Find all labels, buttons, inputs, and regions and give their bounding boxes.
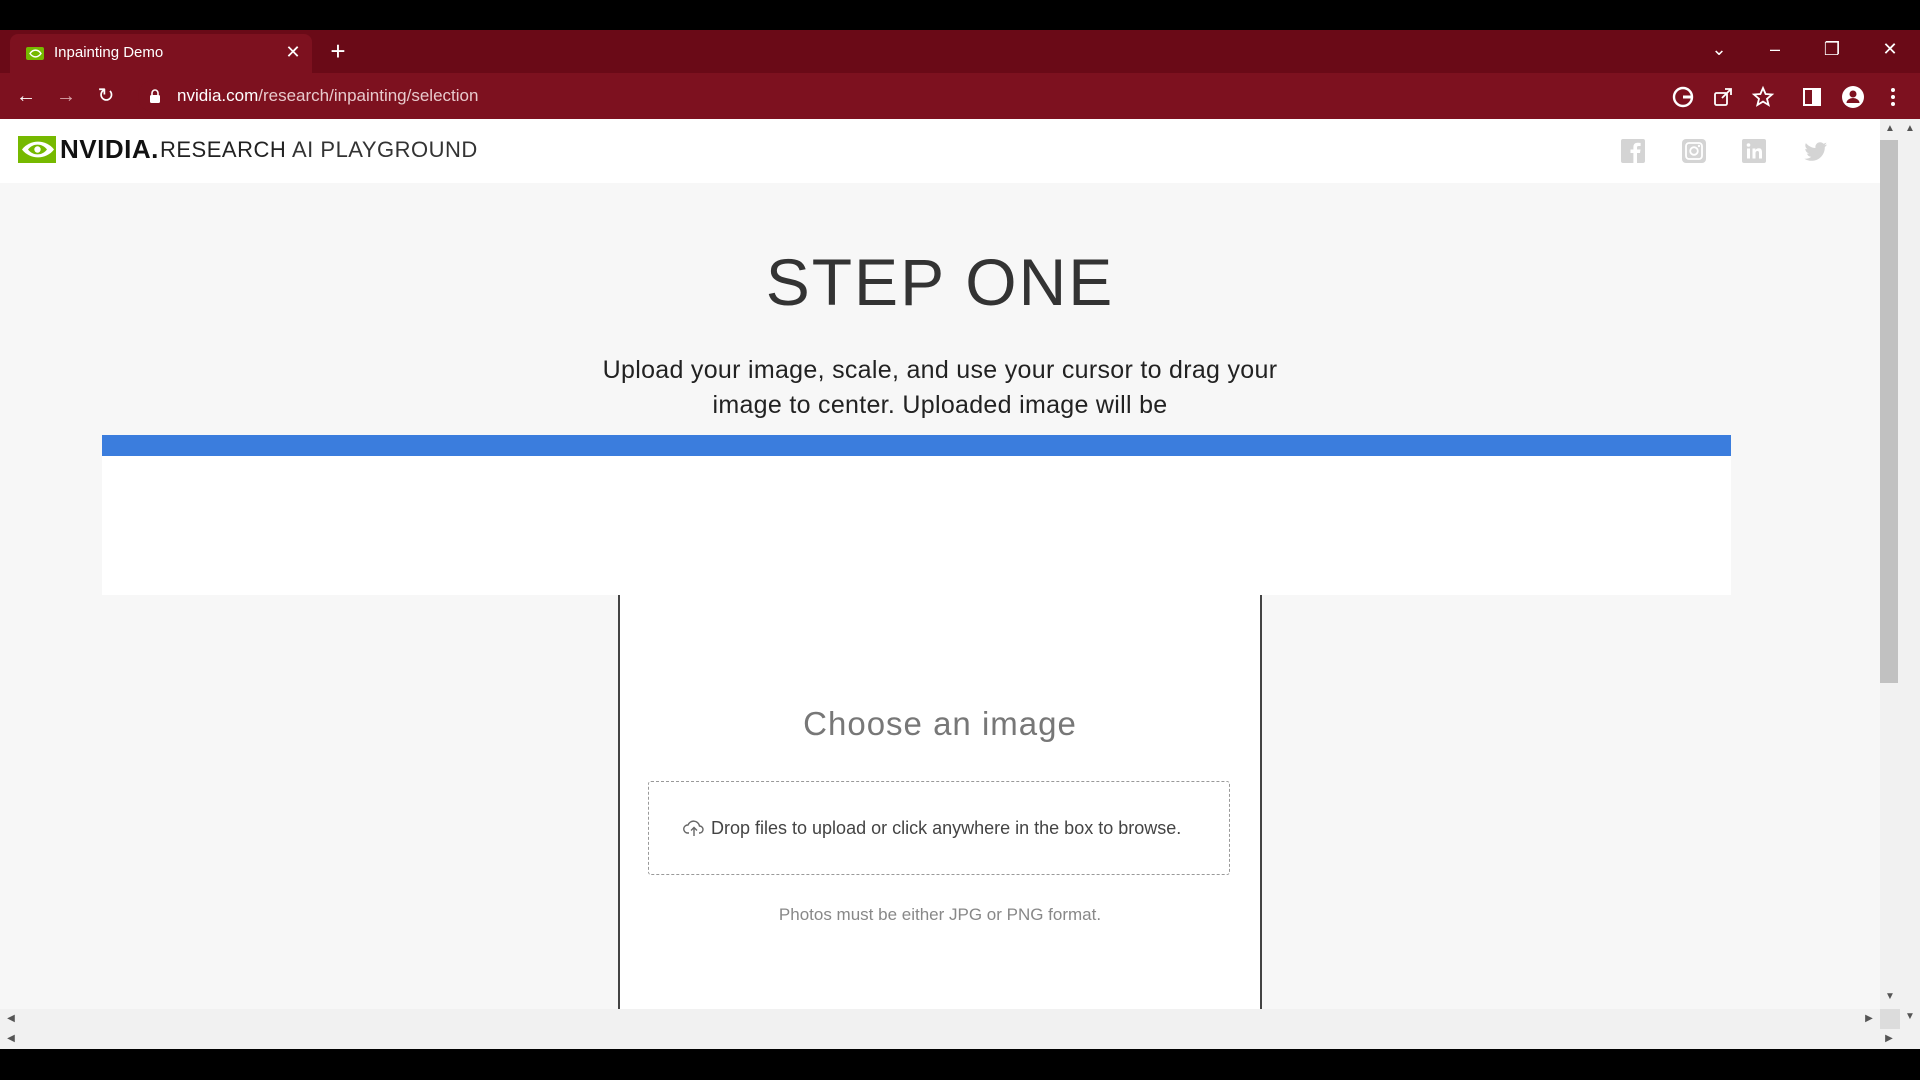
instagram-icon[interactable] xyxy=(1680,137,1708,165)
horizontal-scrollbar[interactable] xyxy=(0,1009,1880,1029)
url-path: /research/inpainting/selection xyxy=(258,86,479,105)
screen-bottom-bar xyxy=(0,1049,1920,1080)
forward-button[interactable]: → xyxy=(52,82,80,110)
cloud-upload-icon xyxy=(683,820,704,836)
scroll-left-arrow-icon[interactable]: ◀ xyxy=(4,1009,18,1029)
scroll-right-arrow-icon[interactable]: ▶ xyxy=(1862,1009,1876,1029)
profile-avatar-icon[interactable] xyxy=(1840,84,1866,110)
outer-scroll-up-arrow-icon[interactable]: ▲ xyxy=(1900,122,1920,136)
linkedin-icon[interactable] xyxy=(1740,137,1768,165)
step-title: STEP ONE xyxy=(765,245,1115,319)
upload-card: Choose an image Drop files to upload or … xyxy=(618,595,1262,1009)
minimize-button[interactable]: – xyxy=(1758,36,1792,62)
scroll-up-arrow-icon[interactable]: ▲ xyxy=(1880,122,1900,136)
format-note: Photos must be either JPG or PNG format. xyxy=(778,905,1102,924)
google-lens-icon[interactable] xyxy=(1670,84,1696,110)
url-text[interactable]: nvidia.com/research/inpainting/selection xyxy=(177,86,478,106)
facebook-icon[interactable] xyxy=(1619,137,1647,165)
screen-top-bar xyxy=(0,0,1920,30)
outer-scroll-left-arrow-icon[interactable]: ◀ xyxy=(4,1029,18,1049)
url-host: nvidia.com xyxy=(177,86,259,105)
reload-button[interactable]: ↻ xyxy=(92,82,120,110)
outer-horizontal-scrollbar[interactable] xyxy=(0,1029,1900,1049)
twitter-icon[interactable] xyxy=(1802,137,1830,165)
tab-search-icon[interactable]: ⌄ xyxy=(1702,36,1736,62)
brand-ai-playground[interactable]: AI PLAYGROUND xyxy=(292,137,478,163)
nvidia-eye-logo-icon[interactable] xyxy=(18,136,56,163)
tab-title: Inpainting Demo xyxy=(54,44,164,61)
tab-close-icon[interactable]: ✕ xyxy=(281,40,305,64)
content-panel xyxy=(102,456,1731,595)
more-menu-icon[interactable] xyxy=(1880,84,1906,110)
site-header: NVIDIA. RESEARCH AI PLAYGROUND xyxy=(0,119,1880,183)
back-button[interactable]: ← xyxy=(12,82,40,110)
brand-nvidia[interactable]: NVIDIA. xyxy=(60,134,159,165)
outer-scroll-down-arrow-icon[interactable]: ▼ xyxy=(1900,1010,1920,1024)
scrollbar-corner xyxy=(1880,1009,1900,1029)
dropzone-text: Drop files to upload or click anywhere i… xyxy=(711,818,1182,838)
outer-scroll-right-arrow-icon[interactable]: ▶ xyxy=(1882,1029,1896,1049)
brand-research[interactable]: RESEARCH xyxy=(160,137,286,163)
lock-icon[interactable] xyxy=(148,88,162,104)
close-window-button[interactable]: ✕ xyxy=(1873,36,1907,62)
nvidia-favicon-icon xyxy=(26,47,44,60)
browser-tab[interactable]: Inpainting Demo ✕ xyxy=(10,34,312,73)
page-scrollbar-thumb[interactable] xyxy=(1880,140,1898,683)
step-description: Upload your image, scale, and use your c… xyxy=(602,356,1278,419)
outer-vertical-scrollbar[interactable] xyxy=(1900,119,1920,1049)
share-icon[interactable] xyxy=(1710,84,1736,110)
restore-button[interactable]: ❐ xyxy=(1815,36,1849,62)
file-dropzone[interactable]: Drop files to upload or click anywhere i… xyxy=(648,781,1230,875)
page-viewport: NVIDIA. RESEARCH AI PLAYGROUND STEP ONE … xyxy=(0,119,1880,1009)
choose-image-title: Choose an image xyxy=(803,705,1077,742)
side-panel-icon[interactable] xyxy=(1799,84,1825,110)
new-tab-button[interactable]: + xyxy=(325,38,351,64)
accent-band xyxy=(102,435,1731,456)
bookmark-star-icon[interactable] xyxy=(1750,84,1776,110)
scroll-down-arrow-icon[interactable]: ▼ xyxy=(1880,990,1900,1004)
